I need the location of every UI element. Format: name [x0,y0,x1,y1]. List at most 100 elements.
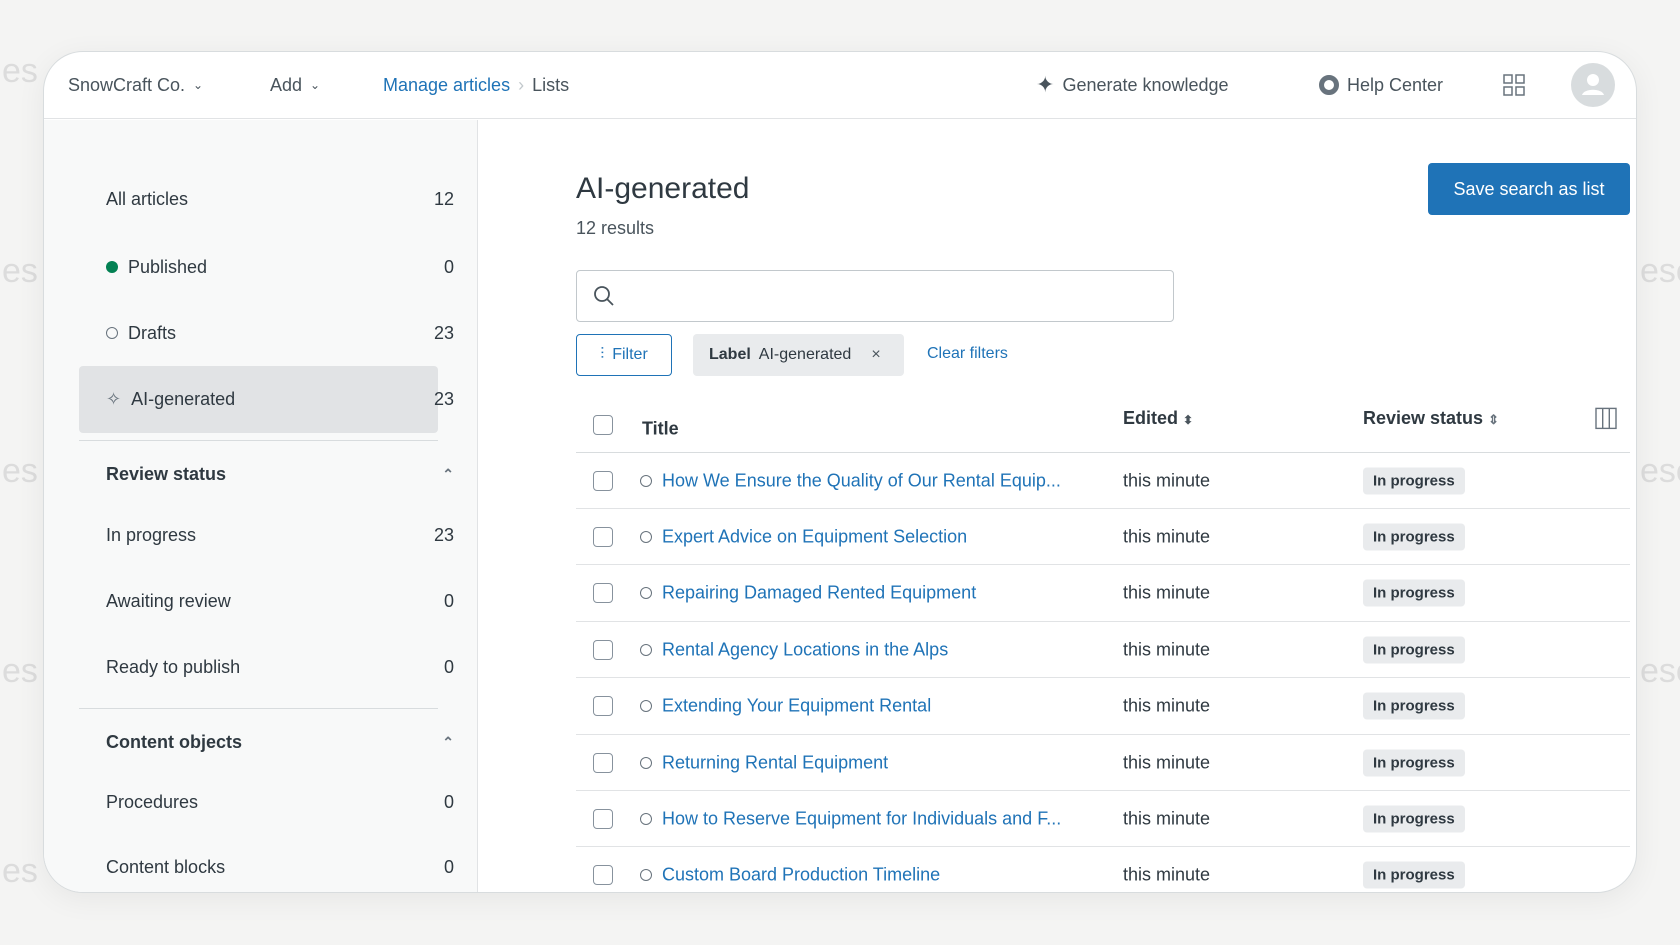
filter-button[interactable]: ⫶Filter [576,334,672,376]
watermark: es [2,252,38,291]
article-title-link[interactable]: How to Reserve Equipment for Individuals… [662,808,1061,829]
table-row: How to Reserve Equipment for Individuals… [576,791,1630,847]
watermark: ese [1640,652,1680,691]
watermark: es [2,452,38,491]
article-title-link[interactable]: Custom Board Production Timeline [662,865,940,886]
article-title-link[interactable]: Repairing Damaged Rented Equipment [662,583,976,604]
row-checkbox[interactable] [593,471,613,491]
sliders-icon: ⫶ [600,346,604,364]
chevron-right-icon: › [518,75,524,96]
count: 0 [444,591,454,612]
published-dot-icon [106,261,118,273]
section-heading: Review status [106,464,226,485]
label: Content blocks [106,857,225,878]
close-icon[interactable]: × [871,346,880,364]
section-heading: Content objects [106,732,242,753]
sidebar-item-in-progress[interactable]: In progress23 [106,520,454,550]
search-input[interactable] [576,270,1174,322]
table-row: Returning Rental Equipment this minute I… [576,735,1630,791]
chip-key: Label [709,346,751,364]
clear-filters-link[interactable]: Clear filters [927,345,1008,363]
search-icon [593,285,615,307]
sidebar-item-ai-generated[interactable]: ✧AI-generated23 [106,384,454,414]
results-count: 12 results [576,218,654,239]
review-label: Review status [1363,408,1483,428]
label: Published [128,257,207,278]
sidebar-item-awaiting-review[interactable]: Awaiting review 0 [106,586,454,616]
sidebar-item-drafts[interactable]: Drafts 23 [106,318,454,348]
label: Drafts [128,323,176,344]
table-header: Title Edited ⬍ Review status ⇕ [576,397,1630,453]
table-row: Repairing Damaged Rented Equipment this … [576,566,1630,622]
label: All articles [106,189,188,210]
chevron-down-icon: ⌄ [310,78,320,92]
article-title-link[interactable]: Extending Your Equipment Rental [662,696,931,717]
label: AI-generated [131,389,235,410]
breadcrumb: Manage articles › Lists [383,75,569,96]
help-center-button[interactable]: Help Center [1319,75,1443,96]
watermark: es [2,852,38,891]
generate-label: Generate knowledge [1062,75,1228,96]
breadcrumb-manage-articles[interactable]: Manage articles [383,75,510,96]
status-badge: In progress [1363,467,1465,494]
org-switcher[interactable]: SnowCraft Co.⌄ [68,75,203,96]
edited-label: Edited [1123,408,1178,428]
column-edited[interactable]: Edited ⬍ [1123,408,1193,429]
edited-time: this minute [1123,865,1210,886]
status-badge: In progress [1363,523,1465,550]
lifebuoy-icon [1319,75,1339,95]
watermark: es [2,652,38,691]
count: 23 [434,323,454,344]
sort-desc-icon: ⬍ [1183,413,1193,427]
generate-knowledge-button[interactable]: ✦Generate knowledge [1036,72,1229,98]
row-checkbox[interactable] [593,809,613,829]
table-row: Custom Board Production Timeline this mi… [576,848,1630,893]
user-avatar[interactable] [1571,63,1615,107]
save-search-as-list-button[interactable]: Save search as list [1428,163,1630,215]
app-grid-button[interactable] [1503,74,1525,96]
sidebar-item-published[interactable]: Published0 [106,252,454,282]
row-checkbox[interactable] [593,865,613,885]
add-menu[interactable]: Add⌄ [270,75,320,96]
draft-circle-icon [640,475,652,487]
row-checkbox[interactable] [593,583,613,603]
article-title-link[interactable]: How We Ensure the Quality of Our Rental … [662,470,1061,491]
edited-time: this minute [1123,526,1210,547]
content-objects-section-toggle[interactable]: Content objects ⌃ [106,727,454,757]
label: Awaiting review [106,591,231,612]
select-all-checkbox[interactable] [593,415,613,435]
article-title-link[interactable]: Rental Agency Locations in the Alps [662,639,948,660]
draft-circle-icon [106,327,118,339]
column-review-status[interactable]: Review status ⇕ [1363,408,1499,429]
sidebar-item-procedures[interactable]: Procedures0 [106,787,454,817]
draft-circle-icon [640,587,652,599]
sidebar-item-content-blocks[interactable]: Content blocks0 [106,852,454,882]
edited-time: this minute [1123,752,1210,773]
review-status-section-toggle[interactable]: Review status⌃ [106,459,454,489]
row-checkbox[interactable] [593,753,613,773]
edited-time: this minute [1123,639,1210,660]
draft-circle-icon [640,869,652,881]
status-badge: In progress [1363,805,1465,832]
sidebar-item-all-articles[interactable]: All articles12 [106,184,454,214]
status-badge: In progress [1363,862,1465,889]
sidebar-item-ready-to-publish[interactable]: Ready to publish0 [106,652,454,682]
count: 0 [444,792,454,813]
chevron-up-icon: ⌃ [442,734,454,751]
columns-icon[interactable] [1595,407,1617,429]
count: 0 [444,657,454,678]
table-row: How We Ensure the Quality of Our Rental … [576,453,1630,509]
help-label: Help Center [1347,75,1443,96]
row-checkbox[interactable] [593,527,613,547]
column-title: Title [642,418,679,439]
org-name: SnowCraft Co. [68,75,185,96]
top-bar: SnowCraft Co.⌄ Add⌄ Manage articles › Li… [44,52,1636,119]
row-checkbox[interactable] [593,696,613,716]
edited-time: this minute [1123,583,1210,604]
count: 23 [434,525,454,546]
watermark: es [2,52,38,91]
draft-circle-icon [640,531,652,543]
row-checkbox[interactable] [593,640,613,660]
article-title-link[interactable]: Expert Advice on Equipment Selection [662,526,967,547]
article-title-link[interactable]: Returning Rental Equipment [662,752,888,773]
